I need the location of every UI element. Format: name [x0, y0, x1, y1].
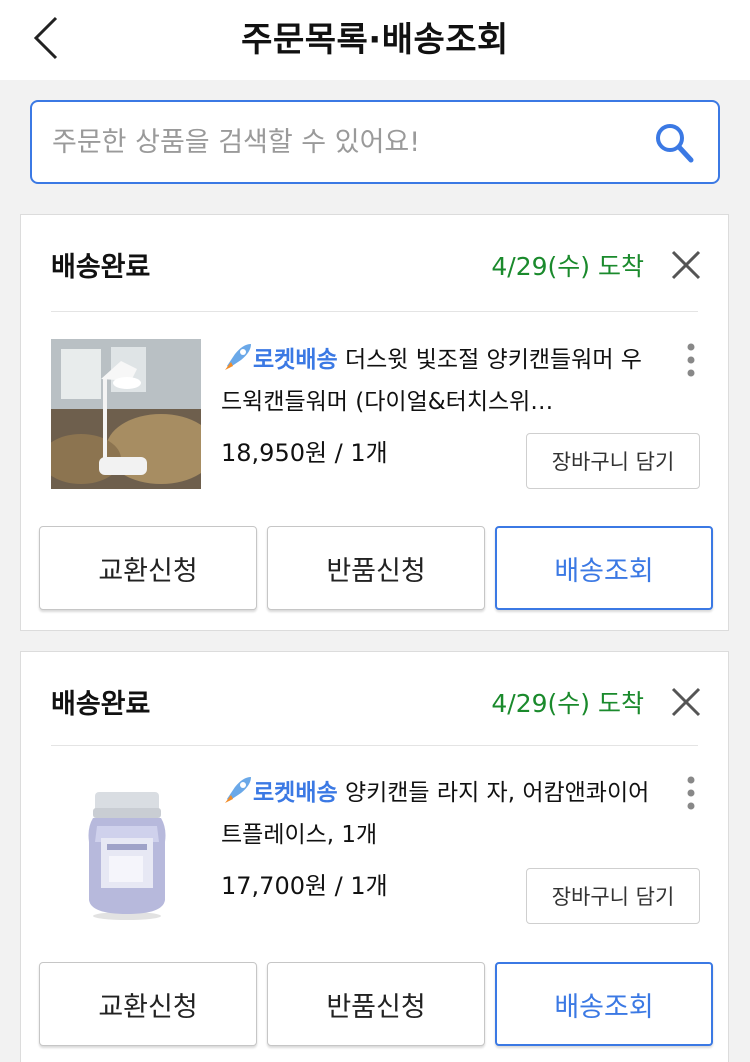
- track-delivery-button[interactable]: 배송조회: [495, 526, 713, 610]
- search-input[interactable]: [52, 102, 652, 182]
- product-name[interactable]: 로켓배송 양키캔들 라지 자, 어캄앤콰이어트플레이스, 1개: [221, 772, 661, 856]
- product-price: 18,950원 / 1개: [221, 439, 388, 467]
- return-request-button[interactable]: 반품신청: [267, 526, 485, 610]
- rocket-icon: [225, 777, 251, 803]
- arrival-date: 4/29(수) 도착: [491, 689, 644, 718]
- more-vertical-icon[interactable]: [686, 343, 696, 377]
- order-card: 배송완료 4/29(수) 도착 로켓배송 양키캔들 라지 자, 어캄앤콰이어트플…: [20, 651, 729, 1062]
- exchange-request-button[interactable]: 교환신청: [39, 526, 257, 610]
- delivery-status: 배송완료: [51, 689, 151, 720]
- product-image[interactable]: [51, 339, 201, 489]
- close-icon[interactable]: [670, 249, 702, 281]
- search-section: [0, 80, 750, 204]
- rocket-delivery-label: 로켓배송: [253, 347, 338, 373]
- arrival-date: 4/29(수) 도착: [491, 252, 644, 281]
- close-icon[interactable]: [670, 686, 702, 718]
- product-image[interactable]: [51, 772, 201, 922]
- track-delivery-button[interactable]: 배송조회: [495, 962, 713, 1046]
- order-actions: 교환신청 반품신청 배송조회: [39, 962, 713, 1046]
- header: 주문목록·배송조회: [0, 0, 750, 80]
- rocket-icon: [225, 344, 251, 370]
- search-icon[interactable]: [654, 122, 694, 164]
- exchange-request-button[interactable]: 교환신청: [39, 962, 257, 1046]
- rocket-delivery-label: 로켓배송: [253, 780, 338, 806]
- add-to-cart-button[interactable]: 장바구니 담기: [526, 433, 700, 489]
- divider: [51, 311, 698, 312]
- return-request-button[interactable]: 반품신청: [267, 962, 485, 1046]
- page-title: 주문목록·배송조회: [241, 20, 509, 60]
- search-box: [30, 100, 720, 184]
- divider: [51, 745, 698, 746]
- order-actions: 교환신청 반품신청 배송조회: [39, 526, 713, 610]
- product-price: 17,700원 / 1개: [221, 872, 388, 900]
- delivery-status: 배송완료: [51, 252, 151, 283]
- order-card: 배송완료 4/29(수) 도착 로켓배송 더스윗 빛조절 양키캔들워머 우드윅캔…: [20, 214, 729, 631]
- more-vertical-icon[interactable]: [686, 776, 696, 810]
- add-to-cart-button[interactable]: 장바구니 담기: [526, 868, 700, 924]
- product-name[interactable]: 로켓배송 더스윗 빛조절 양키캔들워머 우드윅캔들워머 (다이얼&터치스위…: [221, 339, 661, 423]
